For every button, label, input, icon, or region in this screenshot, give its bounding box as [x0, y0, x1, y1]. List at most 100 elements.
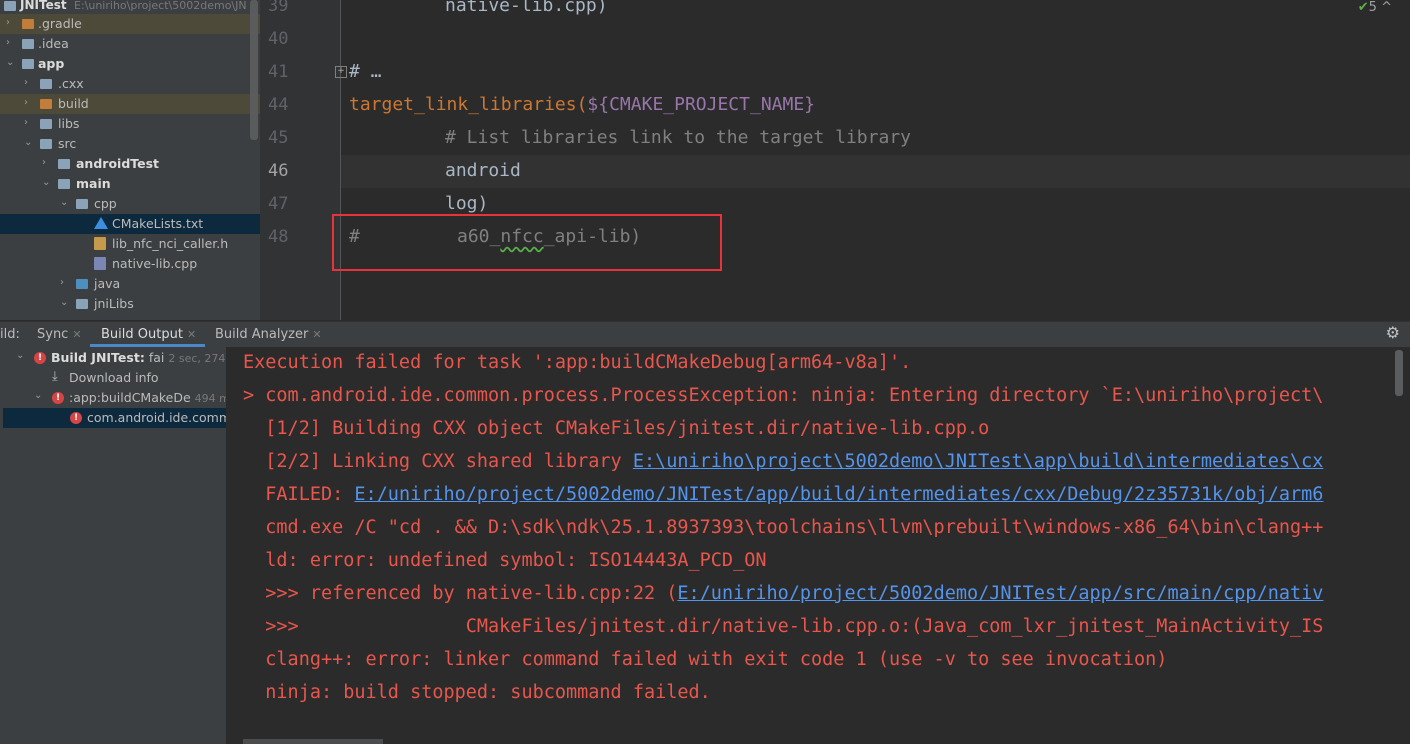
console-line: > com.android.ide.common.process.Process… [243, 385, 1324, 406]
tree-item-label: build [58, 96, 89, 111]
line-number: 41 [268, 62, 289, 82]
console-file-link[interactable]: E:\uniriho\project\5002demo\JNITest\app\… [633, 451, 1324, 472]
chevron-up-icon[interactable]: ^ [1381, 0, 1392, 15]
tab-label: Sync [37, 327, 69, 342]
close-icon[interactable]: ✕ [187, 328, 196, 341]
tree-item-src[interactable]: ⌄ src [0, 134, 260, 154]
tree-item-libs[interactable]: › libs [0, 114, 260, 134]
chevron-right-icon[interactable]: › [60, 277, 64, 288]
build-title: Build JNITest: [51, 350, 145, 365]
paren: ( [576, 94, 588, 115]
tree-item-label: java [94, 276, 121, 291]
chevron-down-icon[interactable]: ⌄ [42, 177, 50, 188]
close-icon[interactable]: ✕ [72, 328, 81, 341]
folder-icon [76, 279, 88, 289]
tab-build-analyzer[interactable]: Build Analyzer ✕ [215, 327, 322, 342]
line-number: 39 [268, 0, 289, 16]
panel-edge [0, 347, 3, 744]
inspection-count: 5 [1368, 0, 1377, 15]
console-line: >>> referenced by native-lib.cpp:22 (E:/… [243, 583, 1323, 604]
chevron-right-icon[interactable]: › [24, 77, 28, 88]
inspection-widget[interactable]: ✔5 ^ [1358, 0, 1392, 15]
tab-sync[interactable]: Sync ✕ [37, 327, 82, 342]
tree-item-label: .cxx [58, 76, 84, 91]
tree-root-label: JNITest [20, 0, 67, 12]
folder-icon [22, 19, 34, 29]
tree-item-gradle[interactable]: › .gradle [0, 14, 260, 34]
function-name: target_link_libraries [349, 94, 577, 115]
build-node-root[interactable]: ⌄ ! Build JNITest: fai 2 sec, 274 ms [0, 348, 226, 368]
folder-icon [22, 39, 34, 49]
folder-icon [40, 99, 52, 109]
build-node-exception[interactable]: ! com.android.ide.commo [0, 408, 226, 428]
tree-item-label: libs [58, 116, 80, 131]
tree-item-label: androidTest [76, 156, 160, 171]
tree-item-androidtest[interactable]: › androidTest [0, 154, 260, 174]
chevron-down-icon[interactable]: ⌄ [34, 390, 42, 401]
tree-root-jnitest[interactable]: JNITest E:\uniriho\project\5002demo\JN [0, 0, 260, 14]
task-name: :app:buildCMakeDe [69, 390, 191, 405]
console-scrollbar[interactable] [1395, 350, 1403, 396]
chevron-right-icon[interactable]: › [6, 17, 10, 28]
chevron-right-icon[interactable]: › [6, 37, 10, 48]
build-node-label: Build JNITest: fai 2 sec, 274 ms [51, 350, 226, 365]
tree-item-idea[interactable]: › .idea [0, 34, 260, 54]
tree-item-app[interactable]: ⌄ app [0, 54, 260, 74]
build-console[interactable]: Execution failed for task ':app:buildCMa… [226, 347, 1410, 744]
task-time: 494 ms [194, 392, 226, 405]
fold-expand-icon[interactable]: + [335, 66, 347, 78]
tree-item-label: app [38, 56, 65, 71]
gear-icon[interactable]: ⚙ [1386, 323, 1400, 342]
tree-item-build[interactable]: › build [0, 94, 260, 114]
console-file-link[interactable]: E:/uniriho/project/5002demo/JNITest/app/… [354, 484, 1323, 505]
chevron-right-icon[interactable]: › [42, 157, 46, 168]
code-line-folded[interactable]: # … [349, 61, 382, 82]
download-icon: ⤓ [52, 369, 58, 384]
variable: ${CMAKE_PROJECT_NAME} [587, 94, 815, 115]
tab-label: Build Analyzer [215, 327, 309, 342]
chevron-down-icon[interactable]: ⌄ [24, 137, 32, 148]
chevron-down-icon[interactable]: ⌄ [16, 350, 24, 361]
build-node-label: com.android.ide.commo [87, 410, 226, 425]
chevron-down-icon[interactable]: ⌄ [60, 297, 68, 308]
tree-item-label: .idea [38, 36, 69, 51]
console-horizontal-scrollbar[interactable] [243, 739, 383, 744]
project-tree: JNITest E:\uniriho\project\5002demo\JN ›… [0, 0, 260, 320]
tree-scrollbar[interactable] [250, 0, 258, 140]
console-line: [1/2] Building CXX object CMakeFiles/jni… [243, 418, 990, 439]
folder-icon [40, 119, 52, 129]
build-panel-label: ild: [0, 327, 20, 342]
tree-item-java[interactable]: › java [0, 274, 260, 294]
chevron-down-icon[interactable]: ⌄ [6, 57, 14, 68]
chevron-right-icon[interactable]: › [24, 117, 28, 128]
build-node-cmake[interactable]: ⌄ ! :app:buildCMakeDe 494 ms [0, 388, 226, 408]
tree-item-cmakelists[interactable]: CMakeLists.txt [0, 214, 260, 234]
build-node-download[interactable]: ⤓ Download info [0, 368, 226, 388]
tree-item-main[interactable]: ⌄ main [0, 174, 260, 194]
chevron-down-icon[interactable]: ⌄ [60, 197, 68, 208]
folder-icon [76, 299, 88, 309]
error-icon: ! [70, 412, 82, 424]
tree-item-cpp[interactable]: ⌄ cpp [0, 194, 260, 214]
tab-build-output[interactable]: Build Output ✕ [101, 327, 196, 342]
console-line: cmd.exe /C "cd . && D:\sdk\ndk\25.1.8937… [243, 517, 1324, 538]
tree-item-cxx[interactable]: › .cxx [0, 74, 260, 94]
console-file-link[interactable]: E:/uniriho/project/5002demo/JNITest/app/… [677, 583, 1323, 604]
line-number: 44 [268, 95, 289, 115]
tree-item-jnilibs[interactable]: ⌄ jniLibs [0, 294, 260, 314]
console-line: ninja: build stopped: subcommand failed. [243, 682, 711, 703]
code-line: log) [445, 193, 489, 214]
check-icon: ✔ [1357, 0, 1369, 15]
tree-root-path: E:\uniriho\project\5002demo\JN [74, 0, 247, 12]
close-icon[interactable]: ✕ [312, 328, 321, 341]
tree-item-native-lib[interactable]: native-lib.cpp [0, 254, 260, 274]
gutter-divider [340, 0, 341, 320]
code-line: android [445, 160, 521, 181]
code-line: native-lib.cpp) [445, 0, 608, 16]
console-line: >>> CMakeFiles/jnitest.dir/native-lib.cp… [243, 616, 1324, 637]
console-line: FAILED: E:/uniriho/project/5002demo/JNIT… [243, 484, 1323, 505]
tree-item-header[interactable]: lib_nfc_nci_caller.h [0, 234, 260, 254]
chevron-right-icon[interactable]: › [24, 97, 28, 108]
error-icon: ! [34, 352, 46, 364]
highlight-box [332, 214, 722, 271]
